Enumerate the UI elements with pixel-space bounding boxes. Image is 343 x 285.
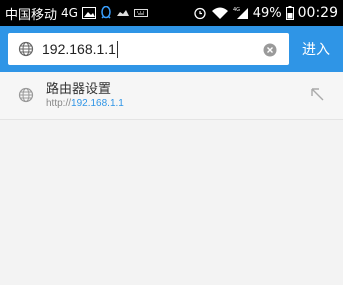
clear-icon[interactable] xyxy=(263,42,277,61)
status-bar: 中国移动 4G 4G 49% 00:29 xyxy=(0,0,343,26)
globe-icon xyxy=(18,41,34,57)
url-protocol: http:// xyxy=(46,98,72,109)
wifi-icon xyxy=(211,6,229,20)
globe-icon xyxy=(18,87,34,107)
go-button[interactable]: 进入 xyxy=(289,26,343,72)
signal-icon: 4G xyxy=(233,6,249,20)
text-cursor xyxy=(116,40,118,58)
suggestion-title: 路由器设置 xyxy=(46,82,112,97)
fill-arrow-icon[interactable] xyxy=(309,86,325,106)
address-bar: 192.168.1.1 进入 xyxy=(0,26,343,72)
keyboard-icon xyxy=(133,8,148,18)
alarm-icon xyxy=(193,6,207,20)
url-host: 192.168.1.1 xyxy=(71,98,124,109)
qq-icon xyxy=(100,6,112,20)
suggestion-item[interactable]: 路由器设置 http://192.168.1.1 xyxy=(0,72,343,120)
carrier-name: 中国移动 xyxy=(5,7,58,23)
network-type: 4G xyxy=(61,6,78,20)
image-icon xyxy=(81,7,96,19)
battery-icon xyxy=(285,6,294,20)
suggestion-url: http://192.168.1.1 xyxy=(46,98,124,109)
url-text: 192.168.1.1 xyxy=(42,41,116,57)
clock: 00:29 xyxy=(297,5,338,21)
svg-text:4G: 4G xyxy=(233,7,240,13)
cloud-icon xyxy=(116,8,130,18)
url-input[interactable]: 192.168.1.1 xyxy=(8,33,289,65)
battery-percent: 49% xyxy=(252,5,282,21)
